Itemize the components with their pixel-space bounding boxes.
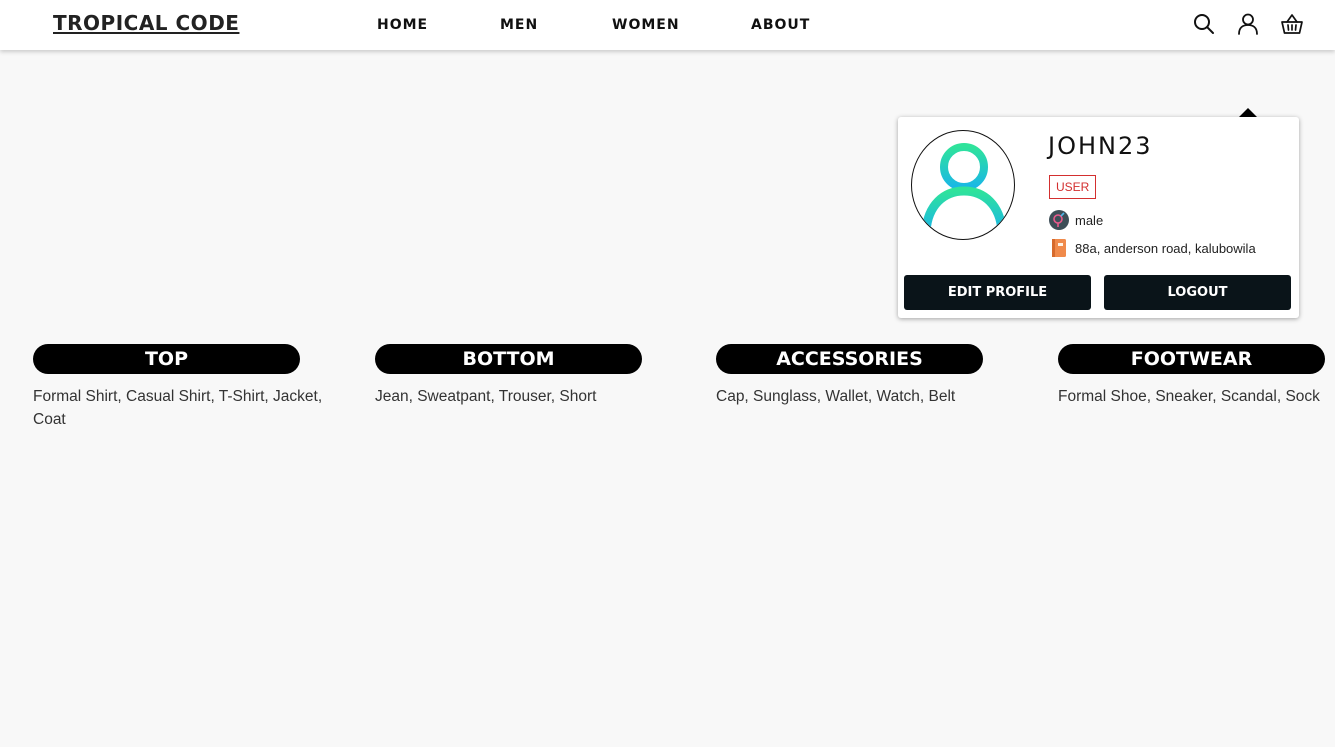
category-top: TOP Formal Shirt, Casual Shirt, T-Shirt,… bbox=[33, 344, 333, 431]
address-row: 88a, anderson road, kalubowila bbox=[1049, 238, 1256, 258]
category-items-bottom: Jean, Sweatpant, Trouser, Short bbox=[375, 388, 597, 405]
address-book-icon bbox=[1049, 238, 1069, 258]
category-items-footwear: Formal Shoe, Sneaker, Scandal, Sock bbox=[1058, 388, 1320, 405]
category-title-top[interactable]: TOP bbox=[33, 344, 300, 374]
search-icon[interactable] bbox=[1192, 12, 1216, 36]
nav-men[interactable]: MEN bbox=[500, 17, 538, 33]
role-badge: USER bbox=[1049, 175, 1097, 199]
category-title-accessories[interactable]: ACCESSORIES bbox=[716, 344, 983, 374]
nav-home[interactable]: HOME bbox=[377, 17, 428, 33]
category-footwear: FOOTWEAR Formal Shoe, Sneaker, Scandal, … bbox=[1058, 344, 1335, 408]
category-bottom: BOTTOM Jean, Sweatpant, Trouser, Short bbox=[375, 344, 675, 408]
avatar bbox=[911, 130, 1015, 240]
user-icon[interactable] bbox=[1236, 12, 1260, 36]
site-header: TROPICAL CODE HOME MEN WOMEN ABOUT bbox=[0, 0, 1335, 50]
category-title-footwear[interactable]: FOOTWEAR bbox=[1058, 344, 1325, 374]
address-text: 88a, anderson road, kalubowila bbox=[1075, 240, 1256, 256]
gender-icon bbox=[1049, 210, 1069, 230]
gender-text: male bbox=[1075, 212, 1104, 228]
site-logo[interactable]: TROPICAL CODE bbox=[53, 11, 239, 35]
profile-popup: JOHN23 USER male 88a, anderson road, kal… bbox=[898, 117, 1299, 318]
avatar-user-icon bbox=[921, 143, 1007, 232]
category-items-accessories: Cap, Sunglass, Wallet, Watch, Belt bbox=[716, 388, 956, 405]
nav-women[interactable]: WOMEN bbox=[612, 17, 680, 33]
category-accessories: ACCESSORIES Cap, Sunglass, Wallet, Watch… bbox=[716, 344, 1016, 408]
category-title-bottom[interactable]: BOTTOM bbox=[375, 344, 642, 374]
gender-row: male bbox=[1049, 210, 1103, 230]
category-items-top: Formal Shirt, Casual Shirt, T-Shirt, Jac… bbox=[33, 388, 323, 428]
logout-button[interactable]: LOGOUT bbox=[1104, 275, 1291, 310]
profile-username: JOHN23 bbox=[1048, 132, 1153, 160]
edit-profile-button[interactable]: EDIT PROFILE bbox=[904, 275, 1091, 310]
nav-about[interactable]: ABOUT bbox=[751, 17, 810, 33]
cart-icon[interactable] bbox=[1280, 12, 1304, 36]
